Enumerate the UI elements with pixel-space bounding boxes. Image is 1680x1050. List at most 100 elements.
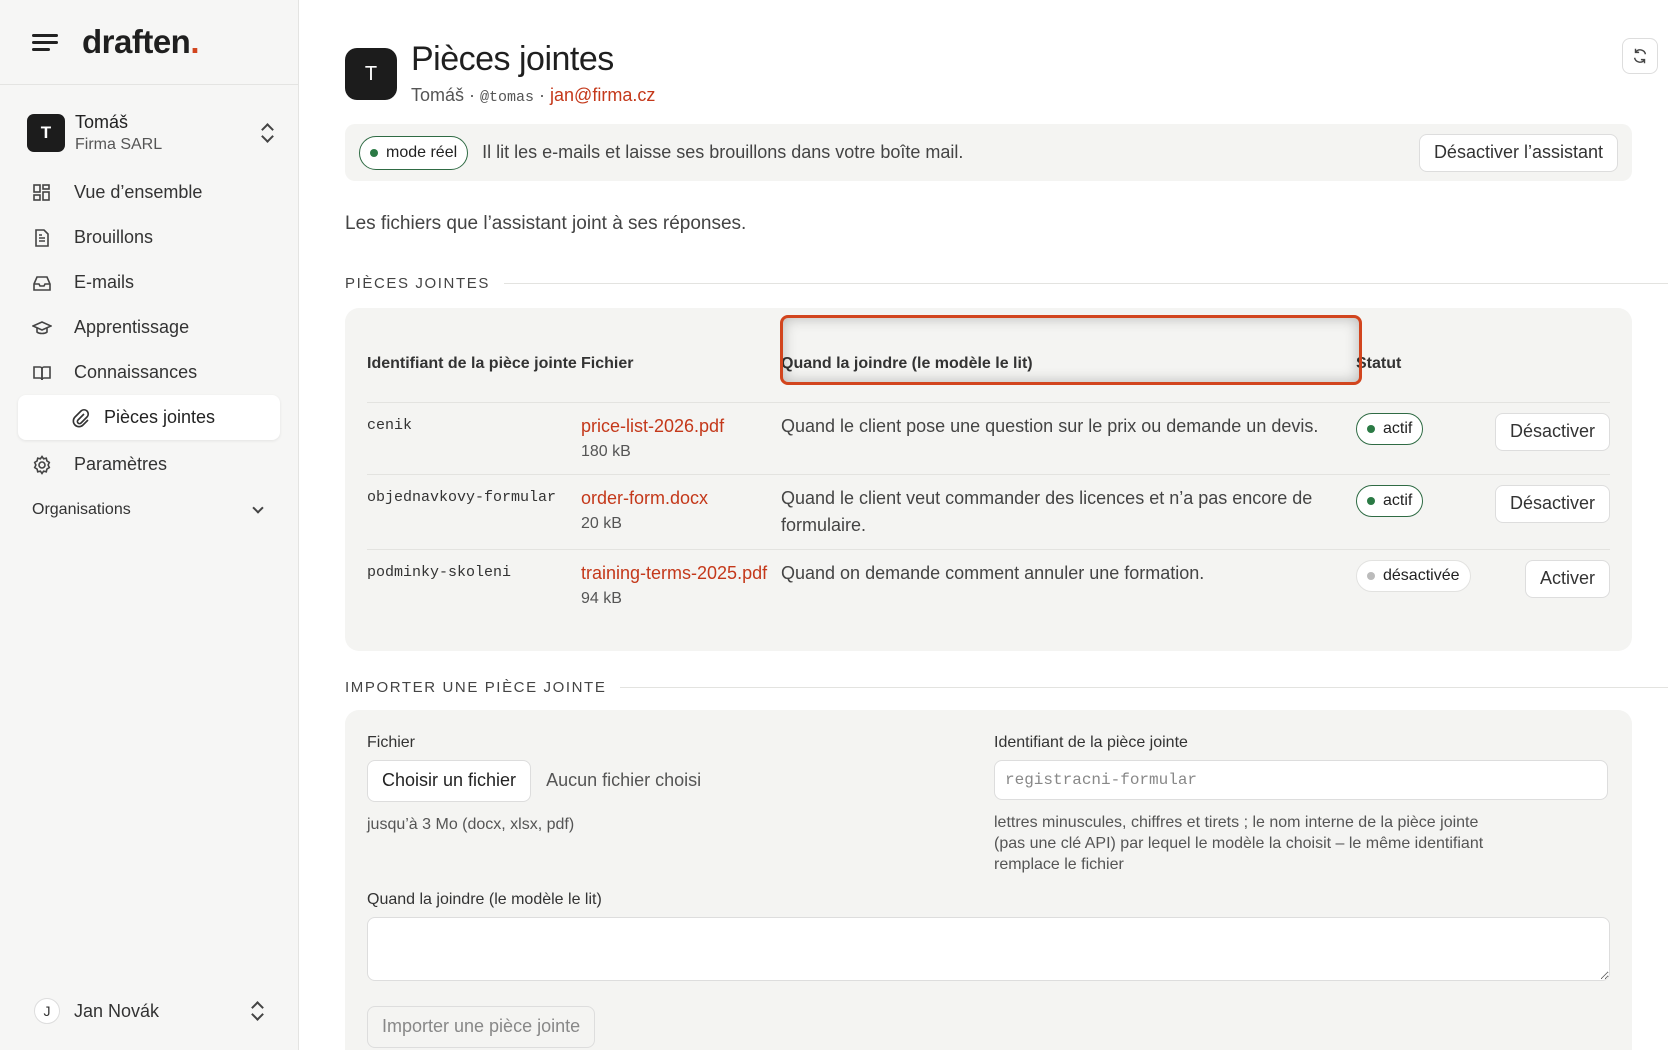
upload-card: Fichier Choisir un fichier Aucun fichier… [345, 709, 1632, 1050]
status-label: désactivée [1383, 567, 1460, 584]
table-row: objednavkovy-formular order-form.docx 20 … [367, 473, 1610, 549]
account-avatar: T [345, 48, 397, 100]
mode-badge: mode réel [359, 135, 469, 170]
status-badge: désactivée [1356, 559, 1471, 592]
deactivate-attachment-button[interactable]: Désactiver [1494, 484, 1610, 523]
attachments-table-card: Identifiant de la pièce jointe Fichier Q… [345, 308, 1632, 651]
banner-text: Il lit les e-mails et laisse ses brouill… [482, 142, 964, 162]
sidebar-item-learning[interactable]: Apprentissage [18, 305, 280, 350]
attachment-file-link[interactable]: training-terms-2025.pdf [581, 563, 767, 583]
account-email-link[interactable]: jan@firma.cz [550, 85, 655, 105]
account-info: Tomáš · @tomas · jan@firma.cz [411, 85, 655, 106]
attachment-file-link[interactable]: order-form.docx [581, 488, 708, 508]
sidebar-item-label: Pièces jointes [104, 407, 216, 427]
sidebar-item-drafts[interactable]: Brouillons [18, 215, 280, 260]
attachment-id-hint: lettres minuscules, chiffres et tirets ;… [994, 813, 1484, 873]
paperclip-icon [72, 408, 90, 427]
attachment-id: podminky-skoleni [367, 548, 581, 621]
graduation-cap-icon [32, 320, 52, 334]
refresh-button[interactable] [1622, 38, 1658, 74]
attachment-id-label: Identifiant de la pièce jointe [994, 733, 1188, 751]
sidebar-item-attachments[interactable]: Pièces jointes [18, 395, 280, 440]
attachments-section-heading: PIÈCES JOINTES [345, 275, 1680, 292]
table-row: podminky-skoleni training-terms-2025.pdf… [367, 548, 1610, 621]
sidebar-item-emails[interactable]: E-mails [18, 260, 280, 305]
chevron-up-down-icon [250, 1002, 264, 1020]
column-header-status: Statut [1356, 354, 1402, 372]
menu-icon[interactable] [32, 33, 58, 51]
sidebar-item-overview[interactable]: Vue d’ensemble [18, 170, 280, 215]
sidebar-item-knowledge[interactable]: Connaissances [18, 350, 280, 395]
account-handle: @tomas [480, 89, 535, 106]
sidebar-item-label: Vue d’ensemble [74, 182, 203, 202]
attachment-size: 94 kB [581, 589, 622, 607]
attachment-size: 180 kB [581, 442, 631, 460]
attachment-when: Quand le client pose une question sur le… [781, 401, 1356, 474]
status-dot [370, 148, 378, 157]
page-description: Les fichiers que l’assistant joint à ses… [345, 213, 747, 234]
user-menu[interactable]: J Jan Novák [34, 998, 264, 1024]
organization-switcher[interactable]: T Tomáš Firma SARL [27, 112, 274, 154]
logo: draften. [82, 23, 200, 60]
divider [503, 283, 1668, 284]
deactivate-assistant-button[interactable]: Désactiver l’assistant [1418, 133, 1618, 172]
sidebar-item-label: Brouillons [74, 227, 154, 247]
attachment-id: cenik [367, 401, 581, 474]
page-title: Pièces jointes [411, 40, 614, 78]
organisations-toggle[interactable]: Organisations [32, 501, 266, 519]
upload-section-heading: IMPORTER UNE PIÈCE JOINTE [345, 679, 1680, 696]
table-row: cenik price-list-2026.pdf 180 kB Quand le… [367, 401, 1610, 474]
section-title: IMPORTER UNE PIÈCE JOINTE [345, 678, 607, 696]
when-field-label: Quand la joindre (le modèle le lit) [367, 890, 602, 908]
attachment-file-link[interactable]: price-list-2026.pdf [581, 416, 724, 436]
attachment-id-input[interactable] [994, 759, 1608, 800]
account-name: Tomáš [411, 85, 465, 105]
inbox-icon [33, 275, 51, 291]
column-header-id: Identifiant de la pièce jointe [367, 354, 577, 372]
user-name: Jan Novák [74, 1000, 160, 1021]
sidebar-item-label: Apprentissage [74, 317, 190, 337]
sidebar-item-settings[interactable]: Paramètres [18, 442, 280, 487]
deactivate-attachment-button[interactable]: Désactiver [1494, 412, 1610, 451]
status-dot [1367, 424, 1375, 433]
status-label: actif [1383, 420, 1413, 437]
divider [620, 686, 1668, 688]
attachment-when: Quand le client veut commander des licen… [781, 473, 1356, 549]
org-name: Tomáš [75, 112, 129, 132]
gear-icon [33, 454, 51, 475]
separator: · [534, 85, 551, 105]
user-avatar: J [34, 998, 60, 1024]
status-dot [1367, 571, 1375, 580]
page-header: T Pièces jointes Tomáš · @tomas · jan@fi… [345, 40, 1680, 106]
when-textarea[interactable] [367, 916, 1610, 981]
mode-label: mode réel [386, 143, 458, 161]
assistant-mode-banner: mode réel Il lit les e-mails et laisse s… [345, 124, 1632, 181]
sidebar: draften. T Tomáš Firma SARL Vue d’ensemb… [0, 0, 299, 1050]
chevron-up-down-icon [260, 124, 274, 142]
file-size-hint: jusqu’à 3 Mo (docx, xlsx, pdf) [367, 815, 575, 833]
import-attachment-button[interactable]: Importer une pièce jointe [367, 1005, 596, 1048]
attachments-table: Identifiant de la pièce jointe Fichier Q… [367, 330, 1610, 621]
dashboard-icon [33, 183, 50, 201]
app-shell: draften. T Tomáš Firma SARL Vue d’ensemb… [0, 0, 1680, 1050]
status-label: actif [1383, 492, 1413, 509]
column-header-actions [1476, 330, 1610, 402]
brand-bar: draften. [0, 0, 298, 85]
activate-attachment-button[interactable]: Activer [1524, 559, 1610, 598]
sidebar-nav: Vue d’ensemble Brouillons E-mails Appren… [0, 170, 298, 487]
book-icon [33, 365, 51, 380]
file-field-label: Fichier [367, 733, 416, 751]
column-header-when: Quand la joindre (le modèle le lit) [781, 354, 1033, 372]
status-badge: actif [1356, 484, 1424, 517]
separator: · [464, 85, 481, 105]
attachment-id: objednavkovy-formular [367, 473, 581, 549]
no-file-chosen-text: Aucun fichier choisi [546, 770, 702, 790]
org-company: Firma SARL [75, 136, 163, 153]
document-icon [35, 228, 49, 247]
column-header-file: Fichier [581, 354, 634, 372]
section-title: PIÈCES JOINTES [345, 275, 490, 292]
status-dot [1367, 496, 1375, 505]
attachment-size: 20 kB [581, 514, 622, 532]
attachment-when: Quand on demande comment annuler une for… [781, 548, 1356, 621]
choose-file-button[interactable]: Choisir un fichier [367, 759, 532, 802]
